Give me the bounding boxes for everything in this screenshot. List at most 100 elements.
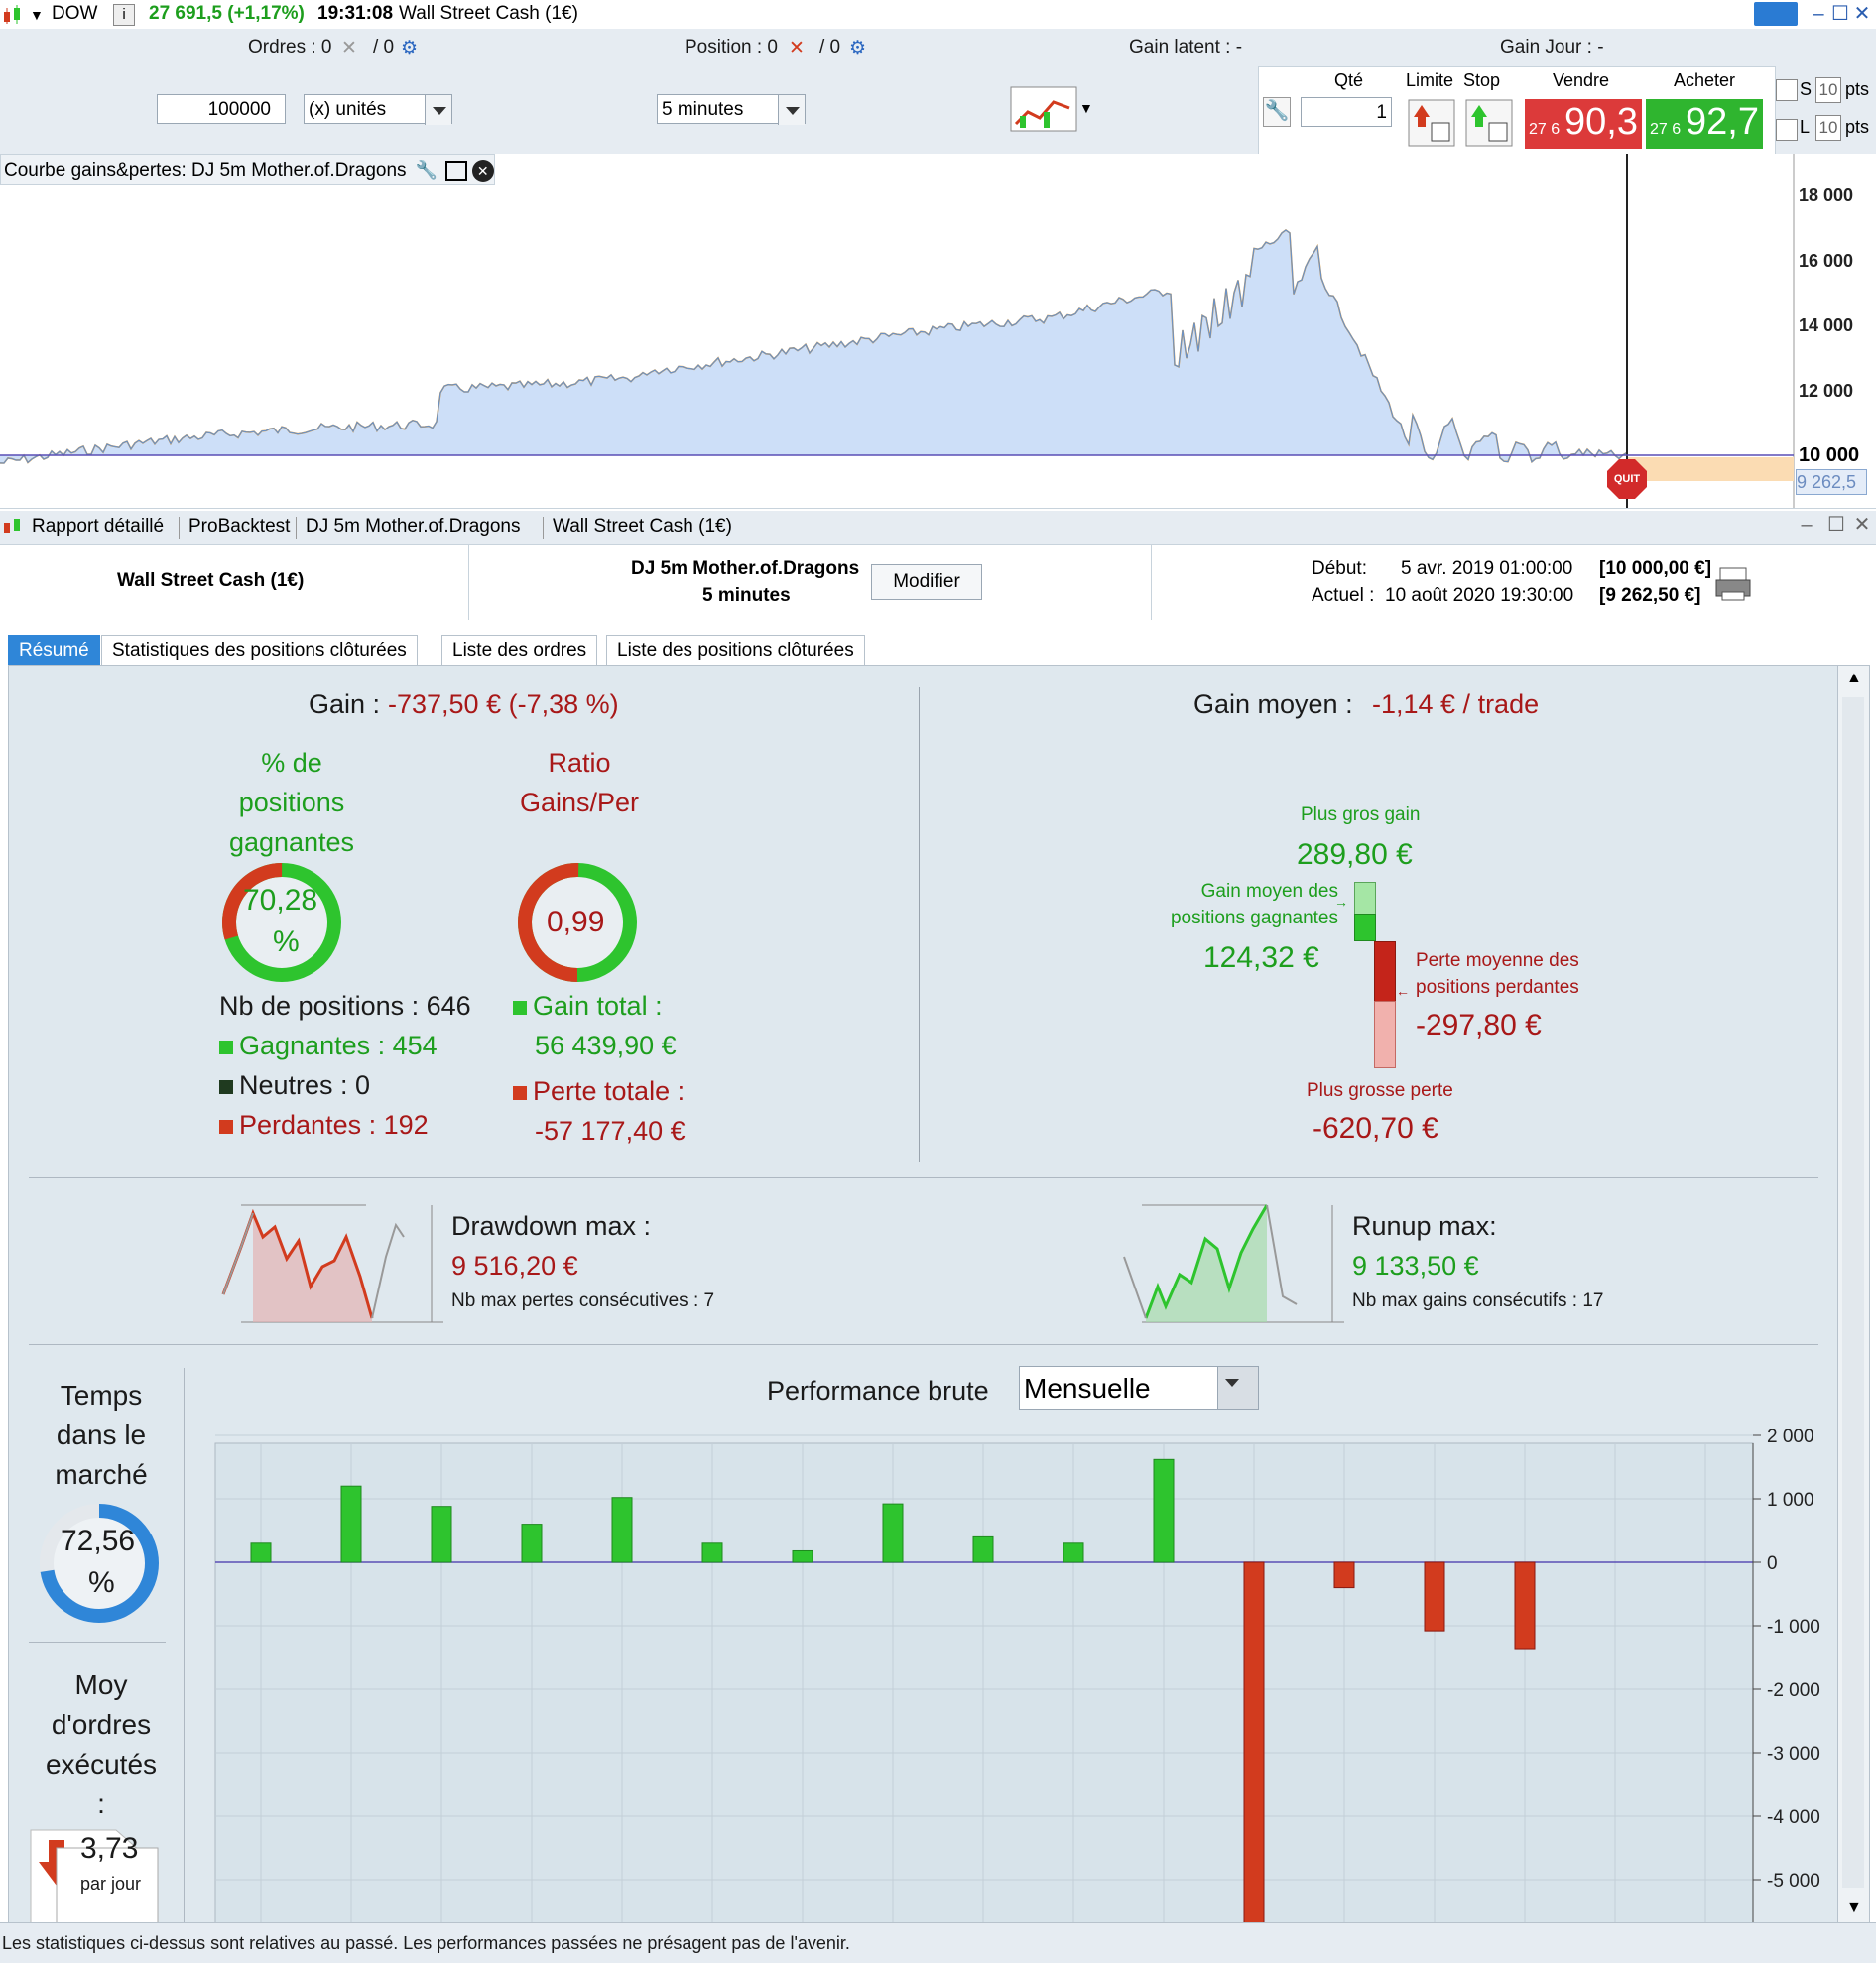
minimize-icon[interactable]: – <box>1794 513 1819 537</box>
tab-resume[interactable]: Résumé <box>8 635 100 666</box>
limit-order-icon[interactable] <box>1408 99 1455 147</box>
temps-label: Temps dans le marché <box>27 1376 176 1495</box>
report-header-item: DJ 5m Mother.of.Dragons <box>306 516 521 537</box>
orders-cancel-icon[interactable]: ✕ <box>341 37 357 60</box>
buy-button[interactable]: 27 6 92,7 <box>1646 99 1763 149</box>
actuel-label: Actuel : <box>1312 585 1375 606</box>
label-line: Perte moyenne des <box>1416 950 1579 971</box>
stop-order-icon[interactable] <box>1465 99 1513 147</box>
scroll-down-icon[interactable]: ▼ <box>1846 1900 1862 1917</box>
label-line: Temps <box>60 1380 143 1411</box>
chevron-down-icon[interactable]: ▼ <box>1079 100 1093 116</box>
bar <box>972 1535 994 1563</box>
modify-button[interactable]: Modifier <box>871 564 982 600</box>
bar <box>1153 1458 1175 1563</box>
bar <box>792 1549 813 1563</box>
pct-win-label-line: positions <box>238 788 345 817</box>
ratio-label-line: Ratio <box>548 748 611 778</box>
stop-loss-checkbox[interactable] <box>1776 79 1798 101</box>
wrench-icon[interactable]: 🔧 <box>416 160 438 180</box>
pct-win-donut <box>222 863 341 982</box>
green-square-icon <box>513 1000 527 1015</box>
symbol-dropdown-arrow[interactable]: ▼ <box>30 7 44 23</box>
gain-moyen-gagnantes-label: Gain moyen des positions gagnantes <box>1150 878 1338 931</box>
bar <box>1063 1542 1084 1563</box>
amount-input[interactable]: 100000 <box>157 94 286 124</box>
perf-period-select[interactable]: Mensuelle <box>1019 1366 1259 1410</box>
perf-label: Performance brute <box>767 1376 989 1406</box>
chevron-down-icon[interactable] <box>425 95 451 125</box>
bar <box>1424 1561 1445 1632</box>
drawdown-sparkline-icon <box>221 1204 443 1323</box>
tab-liste-positions[interactable]: Liste des positions clôturées <box>606 635 865 666</box>
qty-input[interactable]: 1 <box>1301 97 1392 127</box>
chevron-down-icon[interactable] <box>778 95 805 125</box>
quote-time: 19:31:08 <box>317 3 394 24</box>
close-icon[interactable]: ✕ <box>1849 2 1875 26</box>
tab-statistiques[interactable]: Statistiques des positions clôturées <box>101 635 418 666</box>
close-icon[interactable]: ✕ <box>1849 513 1875 537</box>
close-icon[interactable]: ✕ <box>471 159 494 182</box>
equity-chart-title: Courbe gains&pertes: DJ 5m Mother.of.Dra… <box>0 154 495 185</box>
orders-gear-icon[interactable]: ⚙ <box>401 37 418 60</box>
performance-bar-chart: 2 000 1 000 0 -1 000 -2 000 -3 000 -4 000 -5 00… <box>214 1429 1820 1923</box>
y-tick-label: -1 000 <box>1767 1617 1820 1638</box>
limit-points[interactable]: 10 <box>1815 115 1841 141</box>
vertical-scrollbar[interactable]: ▲ ▼ <box>1837 665 1870 1924</box>
info-icon[interactable]: i <box>113 4 135 26</box>
y-tick-label: 2 000 <box>1767 1429 1814 1447</box>
gain-moyen-gagnantes-value: 124,32 € <box>1203 941 1319 974</box>
report-header-item: Wall Street Cash (1€) <box>553 516 732 537</box>
runup-sparkline-icon <box>1123 1204 1344 1323</box>
top-title-bar: ▼ DOW i 27 691,5 (+1,17%) 19:31:08 Wall … <box>0 0 1876 30</box>
footer-bar: Les statistiques ci-dessus sont relative… <box>0 1922 1876 1963</box>
drawdown-value: 9 516,20 € <box>451 1251 578 1281</box>
quit-stop-icon[interactable]: QUIT <box>1607 459 1647 499</box>
sell-price-prefix: 27 6 <box>1529 121 1561 138</box>
scroll-up-icon[interactable]: ▲ <box>1846 670 1862 687</box>
gain-moyen-label: Gain moyen : <box>1193 689 1353 719</box>
report-instrument: Wall Street Cash (1€) <box>117 570 305 591</box>
window-icon[interactable] <box>444 160 467 181</box>
gain-total-value: 56 439,90 € <box>535 1031 677 1060</box>
keyboard-icon[interactable] <box>1754 2 1798 26</box>
position-gear-icon[interactable]: ⚙ <box>849 37 866 60</box>
perte-moyenne-value: -297,80 € <box>1416 1009 1542 1042</box>
report-info-bar: Wall Street Cash (1€) DJ 5m Mother.of.Dr… <box>0 545 1876 620</box>
stop-loss-points[interactable]: 10 <box>1815 77 1841 103</box>
sell-button[interactable]: 27 6 90,3 <box>1525 99 1642 149</box>
limit-label: Limite <box>1406 70 1454 90</box>
symbol-name[interactable]: DOW <box>52 3 97 25</box>
equity-curve-chart[interactable] <box>0 154 1876 508</box>
label-line: : <box>97 1788 105 1819</box>
tab-liste-ordres[interactable]: Liste des ordres <box>441 635 598 666</box>
arrow-left-icon: ← <box>1396 983 1410 999</box>
maximize-icon[interactable]: ☐ <box>1823 513 1849 537</box>
open-position-band <box>1627 457 1794 481</box>
scroll-thumb[interactable] <box>1842 697 1864 1888</box>
instrument-name: Wall Street Cash (1€) <box>399 3 578 24</box>
chart-tools-icon[interactable] <box>1010 86 1079 132</box>
bar <box>431 1506 452 1563</box>
unit-select[interactable]: (x) unités <box>304 94 452 125</box>
nb-positions: Nb de positions : 646 <box>219 991 471 1021</box>
limit-label-l: L <box>1800 117 1811 137</box>
limit-checkbox[interactable] <box>1776 119 1798 141</box>
debut-label: Début: <box>1312 558 1367 579</box>
timeframe-select[interactable]: 5 minutes <box>657 94 806 125</box>
qty-label: Qté <box>1334 70 1364 90</box>
print-icon[interactable] <box>1714 566 1756 604</box>
wrench-icon[interactable]: 🔧 <box>1263 97 1291 127</box>
report-header-item: ProBacktest <box>188 516 291 537</box>
order-status-bar: Ordres : 0 ✕ / 0 ⚙ Position : 0 ✕ / 0 ⚙ … <box>0 29 1876 67</box>
pct-win-label-line: % de <box>261 748 322 778</box>
arrow-right-icon: → <box>1334 894 1348 910</box>
pct-win-value: 70,28 <box>243 884 318 917</box>
sell-price: 90,3 <box>1564 101 1638 143</box>
position-cancel-icon[interactable]: ✕ <box>789 37 805 60</box>
avg-gain-bar <box>1354 914 1376 941</box>
bar <box>882 1503 904 1563</box>
chevron-down-icon[interactable] <box>1217 1367 1258 1409</box>
plus-grosse-perte-label: Plus grosse perte <box>1307 1080 1453 1101</box>
bar <box>1333 1561 1355 1589</box>
